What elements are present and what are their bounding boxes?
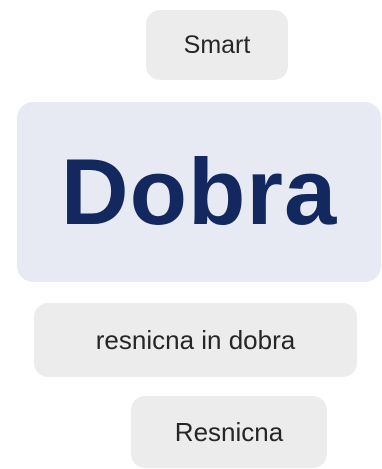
option-chip-resnicna-in-dobra[interactable]: resnicna in dobra	[34, 303, 357, 377]
option-chip-smart[interactable]: Smart	[146, 10, 288, 80]
word-choice-screen: Smart Dobra resnicna in dobra Resnicna	[0, 0, 382, 469]
featured-word: Dobra	[60, 139, 338, 244]
option-chip-label: Smart	[183, 30, 251, 59]
featured-word-card[interactable]: Dobra	[17, 102, 381, 282]
option-chip-label: Resnicna	[174, 416, 284, 447]
option-chip-label: resnicna in dobra	[95, 324, 296, 355]
option-chip-resnicna[interactable]: Resnicna	[131, 396, 327, 468]
